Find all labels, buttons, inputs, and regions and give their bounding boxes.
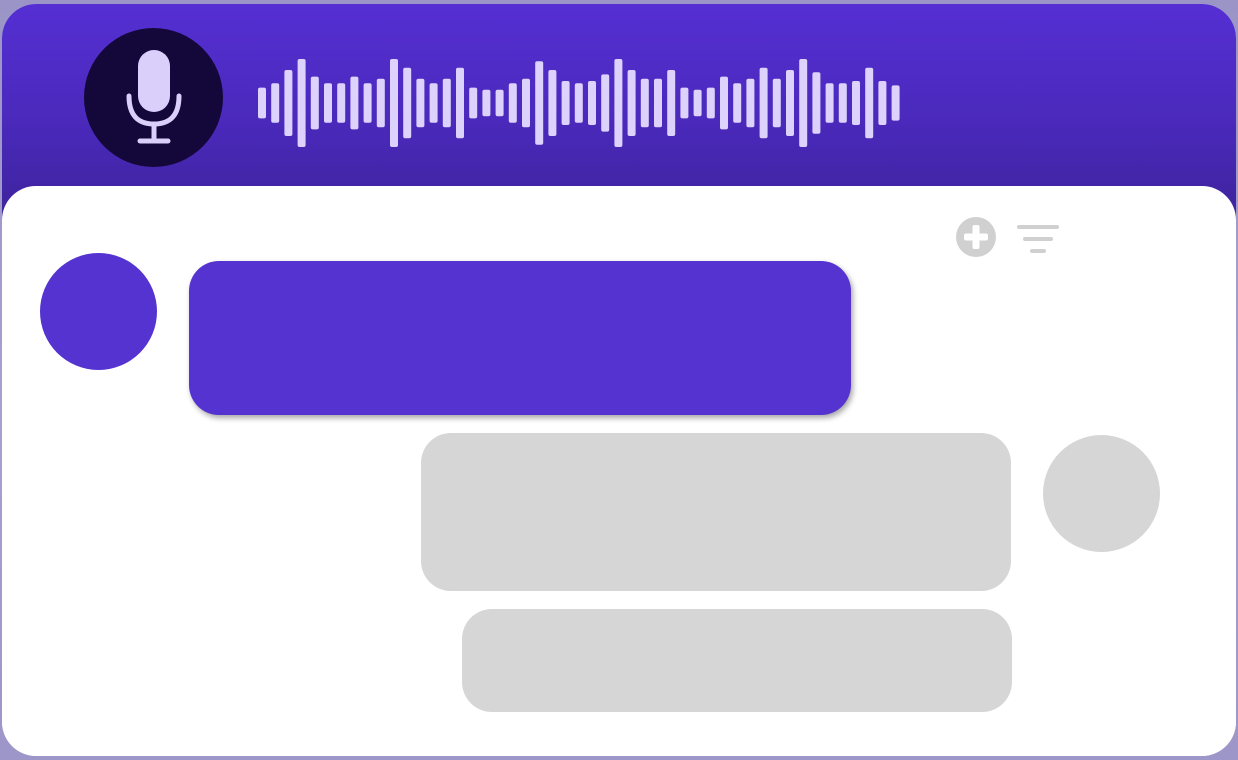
waveform-bar xyxy=(403,67,412,139)
voice-chat-card xyxy=(2,4,1236,756)
avatar xyxy=(40,253,157,370)
waveform-bar xyxy=(865,67,874,139)
waveform-bar xyxy=(825,83,834,123)
waveform-bar xyxy=(508,83,517,123)
waveform-bar xyxy=(258,87,266,119)
avatar xyxy=(1043,435,1160,552)
waveform-bar xyxy=(852,81,860,125)
waveform-bar xyxy=(482,89,491,117)
filter-lines-icon[interactable] xyxy=(1016,222,1060,256)
message-bubble-outgoing[interactable] xyxy=(421,433,1011,591)
waveform-bar xyxy=(271,83,280,123)
waveform-bar xyxy=(772,78,781,128)
waveform-bar xyxy=(574,83,583,123)
waveform-bar xyxy=(654,78,662,128)
waveform-bar xyxy=(720,76,728,130)
waveform-bar xyxy=(442,78,451,128)
waveform-bar xyxy=(548,70,557,136)
waveform-bar xyxy=(786,70,794,136)
plus-circle-icon[interactable] xyxy=(955,216,997,258)
waveform-bar xyxy=(891,85,900,121)
waveform-bar xyxy=(456,67,464,139)
waveform-bar xyxy=(680,87,689,119)
waveform-bar xyxy=(733,83,742,123)
chat-panel xyxy=(2,186,1236,756)
waveform-bar xyxy=(588,81,596,125)
waveform-bar xyxy=(561,81,570,125)
waveform-bar xyxy=(310,76,319,130)
waveform-bar xyxy=(667,70,676,136)
waveform-bar xyxy=(522,78,530,128)
waveform-bar xyxy=(390,59,398,147)
waveform-bar xyxy=(706,87,715,119)
waveform-bar xyxy=(284,70,293,136)
waveform-bar xyxy=(746,78,755,128)
message-bubble-outgoing[interactable] xyxy=(462,609,1012,712)
waveform-bar xyxy=(614,59,623,147)
waveform-bar xyxy=(297,59,306,147)
waveform-bar xyxy=(627,70,636,136)
waveform-bar xyxy=(878,81,887,125)
waveform-bar xyxy=(350,76,359,130)
waveform-bar xyxy=(469,87,478,119)
waveform-bar xyxy=(838,83,847,123)
waveform-bar xyxy=(416,78,425,128)
waveform-bar xyxy=(693,89,702,117)
waveform-bar xyxy=(376,78,385,128)
waveform-bar xyxy=(640,78,649,128)
waveform-bar xyxy=(495,89,504,117)
waveform-bar xyxy=(812,72,821,134)
waveform-bar xyxy=(363,83,372,123)
waveform-bar xyxy=(324,83,332,123)
waveform-bar xyxy=(601,74,610,132)
waveform-bar xyxy=(337,83,346,123)
waveform-bar xyxy=(759,67,768,139)
message-bubble-incoming[interactable] xyxy=(189,261,851,415)
waveform-bar xyxy=(799,59,808,147)
waveform-bar xyxy=(535,61,544,145)
waveform-bar xyxy=(429,83,438,123)
